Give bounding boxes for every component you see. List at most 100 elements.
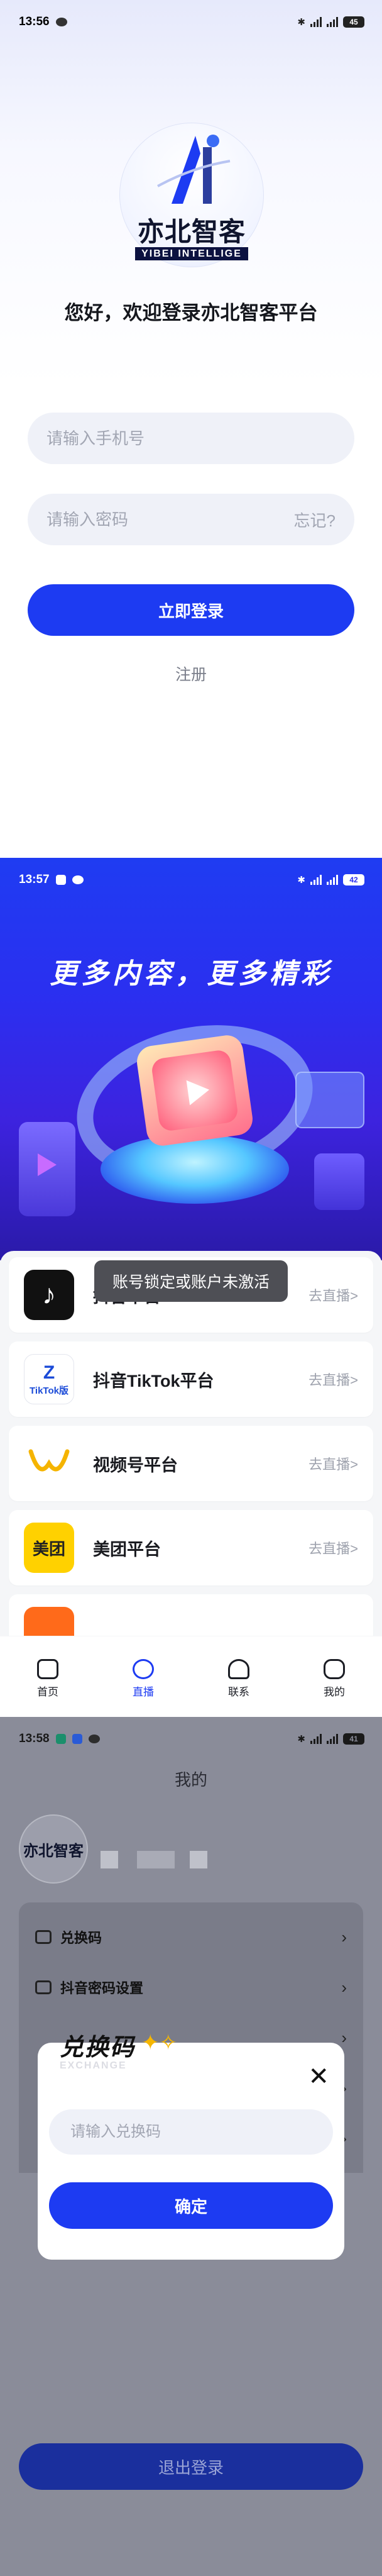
logo-subtext: YIBEI INTELLIGE	[119, 247, 264, 260]
modal-title: 兑换码	[60, 2035, 136, 2061]
tv-play-graphic	[134, 1033, 255, 1148]
battery-icon: 41	[343, 1733, 364, 1745]
confirm-button[interactable]: 确定	[49, 2182, 333, 2229]
meituan-icon: 美团	[24, 1523, 74, 1573]
app-logo: 亦北智客 YIBEI INTELLIGE	[119, 123, 264, 274]
platform-card-tiktok[interactable]: Z TikTok版 抖音TikTok平台 去直播>	[9, 1341, 373, 1417]
bottom-tab-bar: 首页 直播 联系 我的	[0, 1636, 382, 1717]
signal-icon	[327, 1734, 338, 1744]
register-link[interactable]: 注册	[0, 662, 382, 685]
go-live-link[interactable]: 去直播>	[308, 1453, 358, 1474]
platform-card-shipinhao[interactable]: 视频号平台 去直播>	[9, 1426, 373, 1501]
app-notification-icon	[55, 1734, 66, 1744]
go-live-link[interactable]: 去直播>	[308, 1538, 358, 1558]
battery-icon: 42	[343, 874, 364, 886]
tab-profile[interactable]: 我的	[297, 1659, 372, 1699]
banner-title: 更多内容，更多精彩	[50, 958, 332, 989]
play-icon	[186, 1077, 211, 1106]
platform-name: 视频号平台	[93, 1455, 178, 1475]
chevron-right-icon: ›	[341, 1927, 347, 1946]
home-icon	[37, 1659, 58, 1679]
error-toast: 账号锁定或账户未激活	[94, 1260, 288, 1302]
welcome-title: 您好，欢迎登录亦北智客平台	[64, 302, 318, 324]
sparkle-icon: ✦✧	[141, 2031, 177, 2055]
signal-icon	[327, 17, 338, 27]
signal-icon	[310, 17, 322, 27]
shipinhao-icon	[24, 1438, 74, 1489]
profile-icon	[324, 1659, 345, 1679]
tab-label: 首页	[37, 1686, 58, 1698]
banner-stage-graphic	[101, 1135, 289, 1204]
signal-icon	[327, 875, 338, 885]
redeem-code-input[interactable]	[70, 2123, 312, 2141]
logo-mark-icon	[157, 135, 231, 204]
live-icon	[133, 1659, 154, 1679]
banner-cylinder-graphic	[19, 1122, 75, 1216]
wechat-icon	[55, 18, 67, 26]
wechat-icon	[72, 875, 84, 884]
tiktok-icon: Z TikTok版	[24, 1354, 74, 1404]
profile-screen: 13:58 ✱ 41 我的 亦北智客 兑换码 › 抖音密码设置 › › › › …	[0, 1717, 382, 2576]
modal-subtitle: EXCHANGE	[60, 2060, 127, 2071]
go-live-link[interactable]: 去直播>	[308, 1285, 358, 1305]
username-redacted	[137, 1851, 175, 1868]
forgot-password-link[interactable]: 忘记?	[294, 508, 336, 531]
douyin-icon: ♪	[24, 1270, 74, 1320]
bluetooth-icon: ✱	[297, 875, 305, 886]
wechat-icon	[88, 1735, 100, 1743]
status-bar: 13:58 ✱ 41	[0, 1717, 382, 1761]
bluetooth-icon: ✱	[297, 1734, 305, 1745]
password-input[interactable]	[46, 509, 294, 530]
app-notification-icon	[72, 1734, 82, 1744]
platform-card-meituan[interactable]: 美团 美团平台 去直播>	[9, 1510, 373, 1585]
app-notification-icon	[55, 875, 66, 885]
phone-field[interactable]	[28, 413, 354, 464]
live-platforms-screen: 13:57 ✱ 42 更多内容，更多精彩 ♪ 抖音平台 去直播>	[0, 858, 382, 1717]
username-redacted	[101, 1851, 118, 1868]
phone-input[interactable]	[46, 428, 336, 448]
bluetooth-icon: ✱	[297, 17, 305, 28]
avatar[interactable]: 亦北智客	[19, 1814, 88, 1884]
platform-list: ♪ 抖音平台 去直播> Z TikTok版 抖音TikTok平台 去直播> 视频…	[0, 1251, 382, 1636]
username-redacted	[190, 1851, 207, 1868]
redeem-code-modal: 兑换码 ✦✧ EXCHANGE ✕ 确定	[38, 2031, 344, 2260]
play-icon	[38, 1153, 57, 1176]
status-time: 13:57	[19, 873, 50, 886]
banner-block-graphic	[314, 1153, 364, 1210]
tab-label: 直播	[133, 1686, 154, 1698]
login-screen: 13:56 ✱ 45 亦北智客 YIBEI INTELLIGE 您好，欢迎登录亦…	[0, 0, 382, 858]
signal-icon	[310, 1734, 322, 1744]
status-time: 13:58	[19, 1732, 50, 1745]
platform-name: 抖音TikTok平台	[93, 1371, 214, 1391]
close-icon[interactable]: ✕	[308, 2064, 329, 2089]
gift-icon	[35, 1930, 52, 1944]
tab-contact[interactable]: 联系	[201, 1659, 276, 1699]
page-title: 我的	[174, 1770, 207, 1789]
go-live-link[interactable]: 去直播>	[308, 1369, 358, 1389]
tab-home[interactable]: 首页	[10, 1659, 85, 1699]
battery-icon: 45	[343, 16, 364, 28]
platform-card-partial[interactable]	[9, 1594, 373, 1636]
menu-item-douyin-password[interactable]: 抖音密码设置 ›	[19, 1962, 363, 2012]
password-field[interactable]: 忘记?	[28, 494, 354, 545]
chevron-right-icon: ›	[341, 1977, 347, 1997]
banner-panel-graphic	[295, 1072, 364, 1128]
status-bar: 13:56 ✱ 45	[0, 0, 382, 44]
promo-banner: 13:57 ✱ 42 更多内容，更多精彩	[0, 858, 382, 1260]
menu-item-redeem-code[interactable]: 兑换码 ›	[19, 1912, 363, 1962]
tab-live[interactable]: 直播	[106, 1659, 181, 1699]
status-bar: 13:57 ✱ 42	[0, 858, 382, 902]
platform-icon	[24, 1607, 74, 1636]
tab-label: 联系	[228, 1686, 249, 1698]
headset-icon	[228, 1659, 249, 1679]
chevron-right-icon: ›	[341, 2028, 347, 2047]
tab-label: 我的	[324, 1686, 345, 1698]
platform-name: 美团平台	[93, 1540, 161, 1559]
signal-icon	[310, 875, 322, 885]
status-time: 13:56	[19, 15, 50, 28]
logout-button[interactable]: 退出登录	[19, 2443, 363, 2490]
logo-text: 亦北智客	[137, 216, 246, 247]
login-button[interactable]: 立即登录	[28, 584, 354, 636]
redeem-code-field[interactable]	[49, 2109, 333, 2155]
lock-icon	[35, 1980, 52, 1994]
